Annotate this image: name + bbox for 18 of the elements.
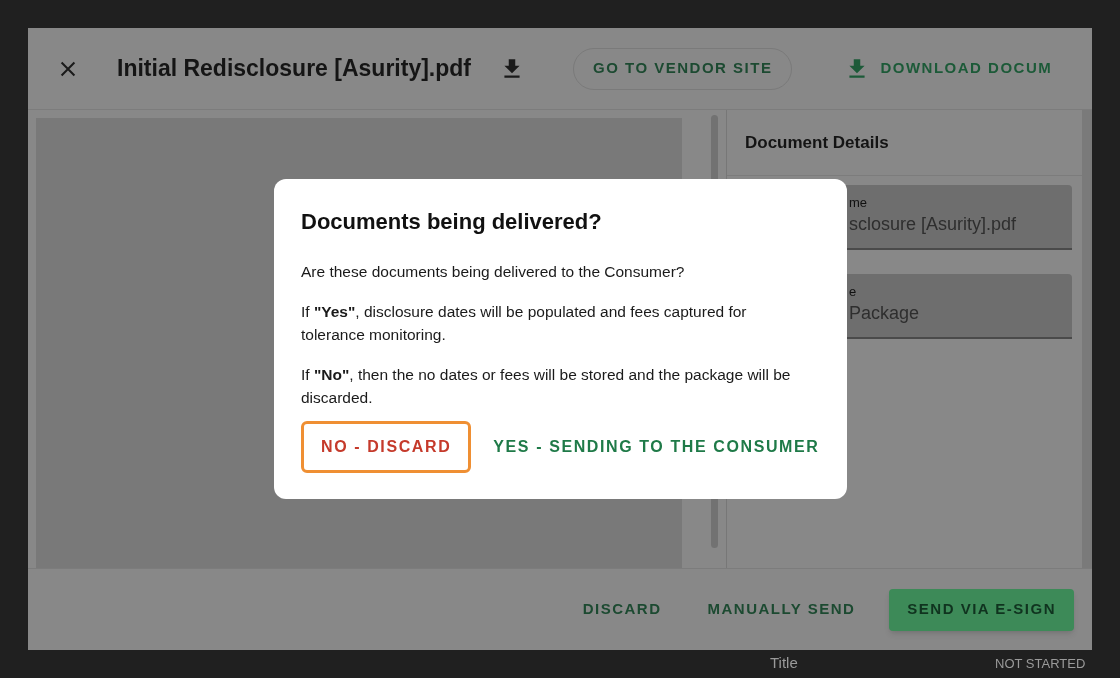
field-label: me	[849, 195, 869, 211]
dialog-message: If "Yes", disclosure dates will be populated and fees captured for tolerance monitoring.	[301, 302, 748, 345]
document-title: Initial Redisclosure [Asurity].pdf	[117, 54, 471, 84]
footer-text-button[interactable]: MANUALLY SEND	[695, 588, 868, 631]
download-document-button[interactable]: DOWNLOAD DOCUM	[844, 55, 1053, 82]
confirm-button[interactable]: YES - SENDING TO THE CONSUMER	[473, 421, 840, 473]
status-text: NOT STARTED	[995, 655, 1086, 673]
field-value: sclosure [Asurity].pdf	[849, 213, 1018, 236]
scrollbar[interactable]	[1082, 110, 1092, 568]
send-esign-button[interactable]: SEND VIA E-SIGN	[889, 588, 1074, 631]
dialog-title: Documents being delivered?	[301, 208, 603, 236]
footer-text-button[interactable]: DISCARD	[570, 588, 674, 631]
discard-button[interactable]: NO - DISCARD	[301, 421, 472, 473]
field-label: e	[849, 284, 858, 300]
background-label: Title	[770, 653, 798, 673]
field-value: Package	[849, 302, 921, 325]
dialog-message: If "No", then the no dates or fees will be stored and the package will be discarded.	[301, 365, 792, 408]
dialog-message: Are these documents being delivered to the Consumer?	[301, 262, 686, 282]
